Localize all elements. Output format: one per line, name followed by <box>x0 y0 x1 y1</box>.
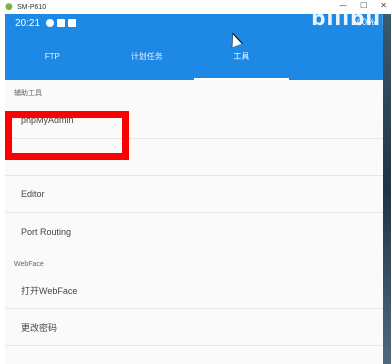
tab-ftp[interactable]: FTP <box>5 32 100 80</box>
tab-label: 工具 <box>233 51 250 61</box>
status-right: ◔ 100% <box>343 17 375 27</box>
status-bar: 20:21 ◔ 100% <box>5 14 383 32</box>
desktop-background-edge <box>383 14 391 364</box>
tab-scheduled-tasks[interactable]: 计划任务 <box>100 32 195 80</box>
window-titlebar: ● SM-P610 — ☐ ✕ <box>0 0 391 14</box>
list-item-port-routing[interactable]: Port Routing <box>5 213 383 250</box>
list-item-change-password[interactable]: 更改密码 <box>5 309 383 346</box>
notification-icon <box>46 19 55 27</box>
gallery-icon <box>57 19 66 27</box>
tab-more[interactable] <box>289 32 384 80</box>
tab-label: 计划任务 <box>130 51 163 61</box>
minimize-button[interactable]: — <box>339 1 347 10</box>
section-header-webface: WebFace <box>14 261 44 268</box>
list-item-editor[interactable]: Editor <box>5 176 383 213</box>
window-controls: — ☐ ✕ <box>339 1 387 10</box>
settings-icon <box>68 19 77 27</box>
maximize-button[interactable]: ☐ <box>360 1 367 10</box>
close-button[interactable]: ✕ <box>380 1 387 10</box>
android-icon: ● <box>5 1 13 12</box>
red-highlight-box <box>5 111 129 160</box>
battery-percent: 100% <box>351 17 375 27</box>
wifi-icon: ◔ <box>342 17 348 27</box>
device-screen: 20:21 ◔ 100% FTP 计划任务 工具 辅助工具 phpMyAdmin… <box>5 14 383 364</box>
tab-label: FTP <box>44 51 60 61</box>
window-title: SM-P610 <box>17 3 47 11</box>
status-time: 20:21 <box>15 17 41 29</box>
status-notification-icons <box>46 19 77 27</box>
section-header-helper-tools: 辅助工具 <box>14 90 42 97</box>
list-item-open-webface[interactable]: 打开WebFace <box>5 272 383 309</box>
tab-bar: FTP 计划任务 工具 <box>5 32 383 80</box>
